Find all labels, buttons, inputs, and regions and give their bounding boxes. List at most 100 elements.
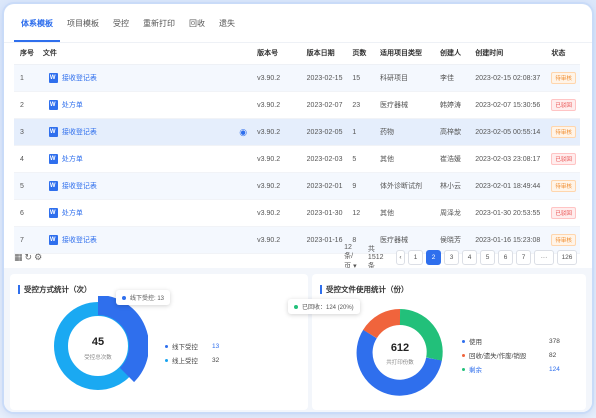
row-project-type: 药物 bbox=[380, 129, 394, 136]
tab-reprint[interactable]: 重新打印 bbox=[136, 10, 182, 42]
row-created-time: 2023-01-30 20:53:55 bbox=[475, 209, 541, 217]
row-pages: 23 bbox=[352, 101, 361, 109]
row-pages: 12 bbox=[352, 209, 361, 217]
legend-value-recycled: 82 bbox=[549, 351, 557, 359]
donut-segment-recycled[interactable] bbox=[363, 309, 401, 339]
table-row[interactable]: 4 处方单 v3.90.2 2023-02-03 5 其他 崔浩媛 2023-02-03 23… bbox=[14, 146, 580, 173]
tab-recycle[interactable]: 回收 bbox=[182, 10, 212, 42]
row-index: 7 bbox=[20, 236, 24, 244]
file-link[interactable]: 处方单 bbox=[62, 154, 83, 164]
page-button[interactable]: 7 bbox=[516, 249, 531, 265]
page-button[interactable]: 6 bbox=[498, 249, 513, 265]
page-button[interactable]: 1 bbox=[408, 249, 423, 265]
row-version-date: 2023-02-05 bbox=[306, 128, 343, 136]
table-row[interactable]: 5 接收登记表 v3.90.2 2023-02-01 9 体外诊断试剂 林小云 2023-02… bbox=[14, 173, 580, 200]
row-status: 待审核 bbox=[551, 126, 580, 138]
tab-controlled[interactable]: 受控 bbox=[106, 10, 136, 42]
legend-item-online[interactable]: 线上受控 32 bbox=[165, 353, 219, 367]
legend-item-remaining[interactable]: 剩余 124 bbox=[462, 362, 560, 376]
tooltip-dot bbox=[122, 295, 126, 300]
page-button[interactable]: 5 bbox=[480, 249, 495, 265]
row-version: v3.90.2 bbox=[257, 236, 281, 244]
table-row[interactable]: 1 接收登记表 v3.90.2 2023-02-15 15 科研项目 李佳 2023-02-1… bbox=[14, 65, 580, 92]
page-button[interactable]: 126 bbox=[557, 249, 577, 265]
controlled-method-title: 受控方式统计（次） bbox=[18, 285, 92, 294]
legend-dot-recycled bbox=[462, 353, 465, 357]
file-usage-total-label: 共打印份数 bbox=[386, 360, 414, 366]
status-badge: 待审核 bbox=[551, 126, 576, 138]
controlled-total-value: 45 bbox=[91, 336, 105, 348]
header-project-type: 适用项目类型 bbox=[380, 50, 422, 57]
refresh-icon[interactable]: ↻ bbox=[25, 252, 33, 263]
table-row[interactable]: 2 处方单 v3.90.2 2023-02-07 23 医疗器械 韩婷涛 2023-02-07… bbox=[14, 92, 580, 119]
tab-system-template[interactable]: 体系模板 bbox=[14, 10, 60, 42]
legend-item-offline[interactable]: 线下受控 13 bbox=[165, 339, 219, 353]
file-link[interactable]: 接收登记表 bbox=[62, 235, 97, 245]
file-link[interactable]: 接收登记表 bbox=[62, 73, 97, 83]
file-link[interactable]: 接收登记表 bbox=[62, 181, 97, 191]
legend-label-used: 使用 bbox=[469, 339, 482, 346]
header-version: 版本号 bbox=[257, 50, 279, 57]
row-creator: 周泽龙 bbox=[440, 210, 461, 217]
row-index: 4 bbox=[20, 155, 24, 163]
file-usage-tooltip: 已回收：124 (20%) bbox=[288, 299, 360, 314]
controlled-legend: 线下受控 13 线上受控 32 bbox=[165, 339, 219, 367]
page-button[interactable]: 4 bbox=[462, 249, 477, 265]
row-index: 1 bbox=[20, 74, 24, 82]
tab-lost[interactable]: 遗失 bbox=[212, 10, 242, 42]
word-doc-icon bbox=[48, 100, 58, 110]
column-setting-icon[interactable]: ⚙ bbox=[34, 252, 42, 263]
row-index: 6 bbox=[20, 209, 24, 217]
word-doc-icon bbox=[48, 181, 58, 191]
file-link[interactable]: 接收登记表 bbox=[62, 127, 97, 137]
controlled-total-label: 受控总次数 bbox=[84, 355, 112, 361]
file-link[interactable]: 处方单 bbox=[62, 208, 83, 218]
row-project-type: 医疗器械 bbox=[380, 102, 408, 109]
legend-label-recycled: 回收/遗失/作废/销毁 bbox=[469, 353, 527, 360]
row-pages: 9 bbox=[352, 182, 357, 190]
legend-value-online: 32 bbox=[212, 356, 220, 364]
header-creator: 创建人 bbox=[440, 50, 461, 57]
header-file: 文件 bbox=[43, 48, 257, 58]
row-file: 接收登记表 bbox=[43, 181, 257, 191]
legend-label-offline: 线下受控 bbox=[172, 344, 198, 351]
row-version: v3.90.2 bbox=[257, 209, 281, 217]
word-doc-icon bbox=[48, 208, 58, 218]
row-creator: 侯晓芳 bbox=[440, 237, 461, 244]
row-creator: 李佳 bbox=[440, 75, 454, 82]
page-ellipsis[interactable]: ··· bbox=[534, 249, 554, 265]
page-size-select[interactable]: 12条/页 ▾ bbox=[344, 244, 360, 271]
controlled-method-panel: 受控方式统计（次） 45 受控总次数 线下受控: 13 线下受控 13 线上受控… bbox=[10, 274, 308, 410]
legend-value-remaining: 124 bbox=[549, 365, 560, 373]
document-table: 序号 文件 版本号 版本日期 页数 适用项目类型 创建人 创建时间 状态 1 接收… bbox=[14, 42, 580, 254]
legend-value-used: 378 bbox=[549, 337, 560, 345]
total-count: 共 1512 条 bbox=[367, 245, 384, 270]
file-usage-total-value: 612 bbox=[390, 342, 410, 354]
row-pages: 5 bbox=[352, 155, 357, 163]
row-created-time: 2023-01-16 15:23:08 bbox=[475, 236, 541, 244]
file-usage-tooltip-text: 已回收：124 (20%) bbox=[302, 305, 354, 311]
file-link[interactable]: 处方单 bbox=[62, 100, 83, 110]
status-badge: 待审核 bbox=[551, 72, 576, 84]
table-settings-icon[interactable]: ▦ bbox=[14, 252, 23, 263]
row-file: 处方单 bbox=[43, 154, 257, 164]
table-row[interactable]: 6 处方单 v3.90.2 2023-01-30 12 其他 周泽龙 2023-01-30 2… bbox=[14, 200, 580, 227]
legend-item-recycled[interactable]: 回收/遗失/作废/销毁 82 bbox=[462, 348, 560, 362]
table-row[interactable]: 3 接收登记表 ◉ v3.90.2 2023-02-05 1 药物 高梓歆 2023-02-05… bbox=[14, 119, 580, 146]
file-usage-legend: 使用 378 回收/遗失/作废/销毁 82 剩余 124 bbox=[462, 334, 560, 376]
row-pages: 8 bbox=[352, 236, 357, 244]
page-button[interactable]: 2 bbox=[426, 249, 441, 265]
tab-bar: 体系模板 项目模板 受控 重新打印 回收 遗失 bbox=[14, 10, 242, 42]
row-project-type: 体外诊断试剂 bbox=[380, 183, 422, 190]
tab-project-template[interactable]: 项目模板 bbox=[60, 10, 106, 42]
row-creator: 崔浩媛 bbox=[440, 156, 461, 163]
row-creator: 高梓歆 bbox=[440, 129, 461, 136]
legend-item-used[interactable]: 使用 378 bbox=[462, 334, 560, 348]
row-version: v3.90.2 bbox=[257, 182, 281, 190]
prev-page-button[interactable]: ‹ bbox=[395, 249, 405, 265]
controlled-tooltip-text: 线下受控: 13 bbox=[130, 296, 165, 302]
pagination: ▦ ↻ ⚙ 12条/页 ▾ 共 1512 条 ‹ 1 2 3 4 5 6 7 ··· 126 bbox=[14, 244, 580, 271]
page-button[interactable]: 3 bbox=[444, 249, 459, 265]
preview-eye-icon[interactable]: ◉ bbox=[239, 127, 247, 138]
row-status: 待审核 bbox=[551, 234, 580, 246]
